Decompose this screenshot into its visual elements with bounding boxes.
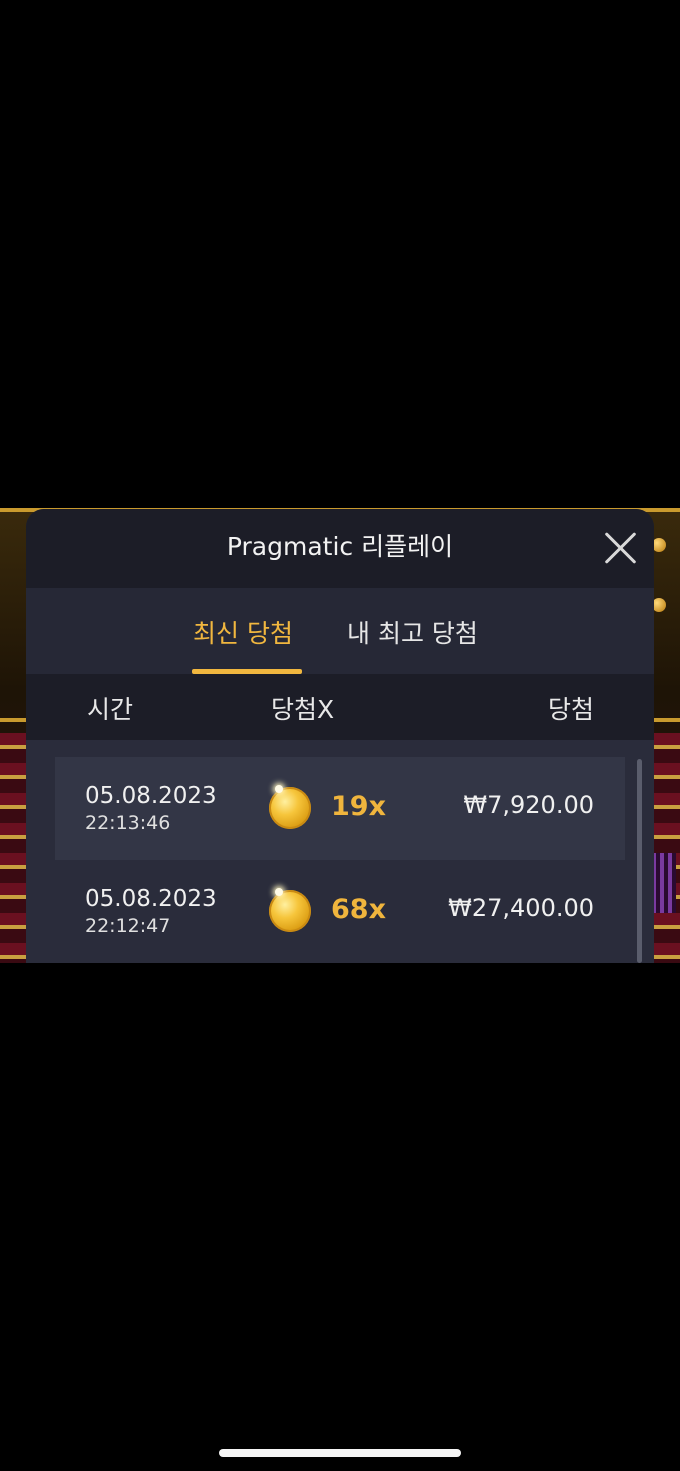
column-header-multiplier: 당첨X — [271, 695, 335, 724]
game-reel-right — [650, 733, 680, 963]
tab-recent-wins[interactable]: 최신 당첨 — [193, 614, 293, 650]
column-header-time: 시간 — [87, 695, 134, 724]
tab-my-best-wins[interactable]: 내 최고 당첨 — [347, 614, 478, 650]
table-row[interactable]: 05.08.2023 22:12:47 68x ₩27,400.00 — [55, 860, 625, 963]
row-date: 05.08.2023 — [85, 886, 217, 912]
gold-coin-icon — [269, 785, 311, 829]
close-icon[interactable] — [602, 529, 640, 567]
row-amount: ₩27,400.00 — [448, 894, 594, 922]
home-indicator[interactable] — [219, 1449, 461, 1457]
scrollbar[interactable] — [637, 759, 642, 963]
wins-list: 05.08.2023 22:13:46 19x ₩7,920.00 05.08.… — [26, 740, 654, 963]
table-header: 시간 당첨X 당첨 — [26, 674, 654, 740]
game-symbol — [652, 853, 676, 913]
row-multiplier: 68x — [331, 894, 386, 925]
replay-modal: Pragmatic 리플레이 최신 당첨 내 최고 당첨 시간 당첨X 당첨 0… — [26, 509, 654, 963]
game-coin-icon — [652, 538, 666, 552]
tab-bar: 최신 당첨 내 최고 당첨 — [26, 588, 654, 674]
gold-coin-icon — [269, 888, 311, 932]
modal-title: Pragmatic 리플레이 — [226, 532, 454, 561]
row-amount: ₩7,920.00 — [463, 791, 594, 819]
row-multiplier: 19x — [331, 791, 386, 822]
modal-header: Pragmatic 리플레이 — [26, 509, 654, 588]
column-header-win: 당첨 — [547, 695, 594, 724]
row-date: 05.08.2023 — [85, 783, 217, 809]
table-row[interactable]: 05.08.2023 22:13:46 19x ₩7,920.00 — [55, 757, 625, 860]
game-coin-icon — [652, 598, 666, 612]
row-time: 22:13:46 — [85, 812, 171, 834]
row-time: 22:12:47 — [85, 915, 171, 937]
